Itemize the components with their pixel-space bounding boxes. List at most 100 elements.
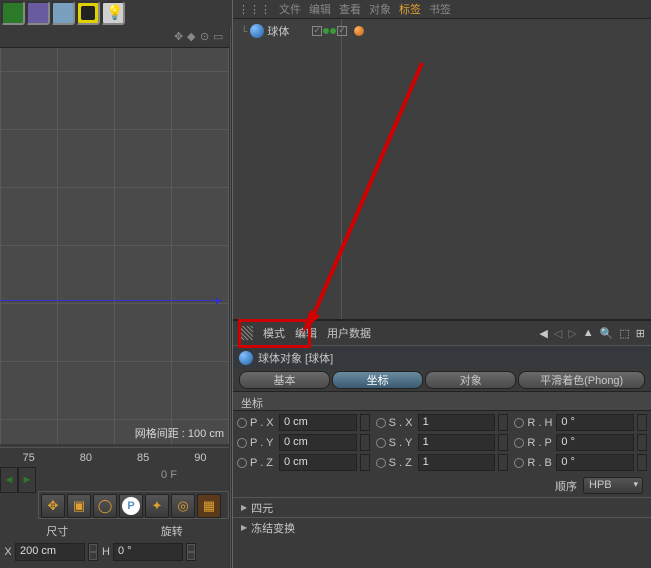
anim-dot-icon[interactable] bbox=[237, 438, 247, 448]
frame-field[interactable]: 0 F bbox=[150, 469, 188, 485]
rp-input[interactable]: 0 ° bbox=[556, 434, 634, 451]
menu-file[interactable]: 文件 bbox=[279, 1, 301, 17]
spinner-icon[interactable] bbox=[186, 543, 196, 561]
tab-phong[interactable]: 平滑着色(Phong) bbox=[518, 371, 645, 389]
order-label: 顺序 bbox=[555, 478, 577, 494]
max-mini-icon[interactable]: ▭ bbox=[213, 30, 223, 40]
timeline-ruler[interactable]: 75 80 85 90 bbox=[0, 447, 229, 467]
p-tool-icon[interactable]: P bbox=[119, 494, 143, 518]
anim-dot-icon[interactable] bbox=[376, 438, 386, 448]
menu-bookmark[interactable]: 书签 bbox=[429, 1, 451, 17]
phong-tag-icon[interactable] bbox=[354, 26, 364, 36]
anim-dot-icon[interactable] bbox=[514, 458, 524, 468]
circle-tool-icon[interactable]: ◯ bbox=[93, 494, 117, 518]
spinner-icon[interactable] bbox=[360, 414, 370, 431]
grid-icon[interactable] bbox=[51, 1, 75, 25]
quat-section[interactable]: ▶四元 bbox=[233, 497, 651, 517]
rotation-order-row: 顺序 HPB bbox=[233, 474, 651, 497]
object-title: 球体对象 [球体] bbox=[258, 350, 333, 366]
fwd-icon[interactable]: ▷ bbox=[568, 327, 576, 340]
tree-obj-name[interactable]: 球体 bbox=[267, 23, 289, 39]
spinner-icon[interactable] bbox=[498, 414, 508, 431]
search-icon[interactable]: 🔍 bbox=[600, 327, 614, 340]
check-icon[interactable] bbox=[337, 26, 347, 36]
bottom-fields: X 200 cm H 0 ° bbox=[0, 543, 229, 561]
leaf-icon[interactable] bbox=[26, 1, 50, 25]
rb-input[interactable]: 0 ° bbox=[556, 454, 634, 471]
lock-icon[interactable]: ⬚ bbox=[619, 327, 629, 340]
viewport[interactable]: 网格间距 : 100 cm bbox=[0, 47, 229, 444]
spinner-icon[interactable] bbox=[637, 414, 647, 431]
tab-object[interactable]: 对象 bbox=[425, 371, 516, 389]
menu-tags[interactable]: 标签 bbox=[399, 1, 421, 17]
face-icon[interactable] bbox=[76, 1, 100, 25]
px-input[interactable]: 0 cm bbox=[279, 414, 357, 431]
spinner-icon[interactable] bbox=[498, 454, 508, 471]
axis-tool-icon[interactable]: ✦ bbox=[145, 494, 169, 518]
ruler-tick: 80 bbox=[80, 452, 92, 464]
field-rb: R . B0 ° bbox=[514, 454, 647, 471]
size-x-input[interactable]: 200 cm bbox=[15, 543, 85, 561]
anim-dot-icon[interactable] bbox=[514, 418, 524, 428]
bottom-labels: 尺寸 旋转 bbox=[0, 523, 229, 539]
cube-tool-icon[interactable]: ▣ bbox=[67, 494, 91, 518]
userdata-menu[interactable]: 用户数据 bbox=[327, 325, 371, 341]
anim-dot-icon[interactable] bbox=[514, 438, 524, 448]
tree-divider[interactable] bbox=[341, 19, 342, 319]
py-input[interactable]: 0 cm bbox=[279, 434, 357, 451]
sy-input[interactable]: 1 bbox=[418, 434, 496, 451]
move-tool-icon[interactable]: ✥ bbox=[41, 494, 65, 518]
new-icon[interactable]: ⊞ bbox=[636, 327, 645, 340]
field-py: P . Y0 cm bbox=[237, 434, 370, 451]
up-icon[interactable]: ▲ bbox=[583, 327, 594, 339]
field-sy: S . Y1 bbox=[376, 434, 509, 451]
visibility-dot-icon[interactable] bbox=[323, 28, 329, 34]
anim-dot-icon[interactable] bbox=[237, 458, 247, 468]
menu-view[interactable]: 查看 bbox=[339, 1, 361, 17]
field-sz: S . Z1 bbox=[376, 454, 509, 471]
next-button[interactable]: ► bbox=[18, 467, 36, 493]
tab-coord[interactable]: 坐标 bbox=[332, 371, 423, 389]
bottom-toolbar: ✥ ▣ ◯ P ✦ ◎ ▦ bbox=[38, 491, 229, 519]
spinner-icon[interactable] bbox=[498, 434, 508, 451]
spinner-icon[interactable] bbox=[360, 454, 370, 471]
triangle-right-icon: ▶ bbox=[241, 503, 247, 512]
render-dot-icon[interactable] bbox=[330, 28, 336, 34]
film-tool-icon[interactable]: ▦ bbox=[197, 494, 221, 518]
sz-input[interactable]: 1 bbox=[418, 454, 496, 471]
rh-input[interactable]: 0 ° bbox=[556, 414, 634, 431]
rot-h-input[interactable]: 0 ° bbox=[113, 543, 183, 561]
move-mini-icon[interactable]: ✥ bbox=[174, 30, 184, 40]
back-icon[interactable]: ◀ bbox=[539, 327, 547, 340]
spinner-icon[interactable] bbox=[637, 454, 647, 471]
top-icon-bar bbox=[0, 0, 230, 27]
h-label: H bbox=[102, 546, 110, 558]
menu-edit[interactable]: 编辑 bbox=[309, 1, 331, 17]
spinner-icon[interactable] bbox=[637, 434, 647, 451]
spinner-icon[interactable] bbox=[360, 434, 370, 451]
object-tree[interactable]: └ 球体 bbox=[233, 18, 651, 320]
grid-spacing-label: 网格间距 : 100 cm bbox=[135, 425, 224, 441]
prev-button[interactable]: ◄ bbox=[0, 467, 18, 493]
anim-dot-icon[interactable] bbox=[237, 418, 247, 428]
ruler-tick: 90 bbox=[194, 452, 206, 464]
clover-icon[interactable] bbox=[1, 1, 25, 25]
anim-dot-icon[interactable] bbox=[376, 458, 386, 468]
menu-object[interactable]: 对象 bbox=[369, 1, 391, 17]
back2-icon[interactable]: ◁ bbox=[554, 327, 562, 340]
view-mini-icon[interactable]: ⊙ bbox=[200, 30, 210, 40]
nav-mini-icon[interactable]: ◆ bbox=[187, 30, 197, 40]
pz-input[interactable]: 0 cm bbox=[279, 454, 357, 471]
viewport-mini-icons: ✥ ◆ ⊙ ▭ bbox=[174, 30, 223, 40]
freeze-section[interactable]: ▶冻结变换 bbox=[233, 517, 651, 537]
layer-check-icon[interactable] bbox=[312, 26, 322, 36]
tab-basic[interactable]: 基本 bbox=[239, 371, 330, 389]
bulb-icon[interactable] bbox=[101, 1, 125, 25]
order-select[interactable]: HPB bbox=[583, 477, 643, 494]
target-tool-icon[interactable]: ◎ bbox=[171, 494, 195, 518]
anim-dot-icon[interactable] bbox=[376, 418, 386, 428]
tree-row-sphere[interactable]: └ 球体 bbox=[241, 23, 364, 39]
sx-input[interactable]: 1 bbox=[418, 414, 496, 431]
field-rp: R . P0 ° bbox=[514, 434, 647, 451]
spinner-icon[interactable] bbox=[88, 543, 98, 561]
